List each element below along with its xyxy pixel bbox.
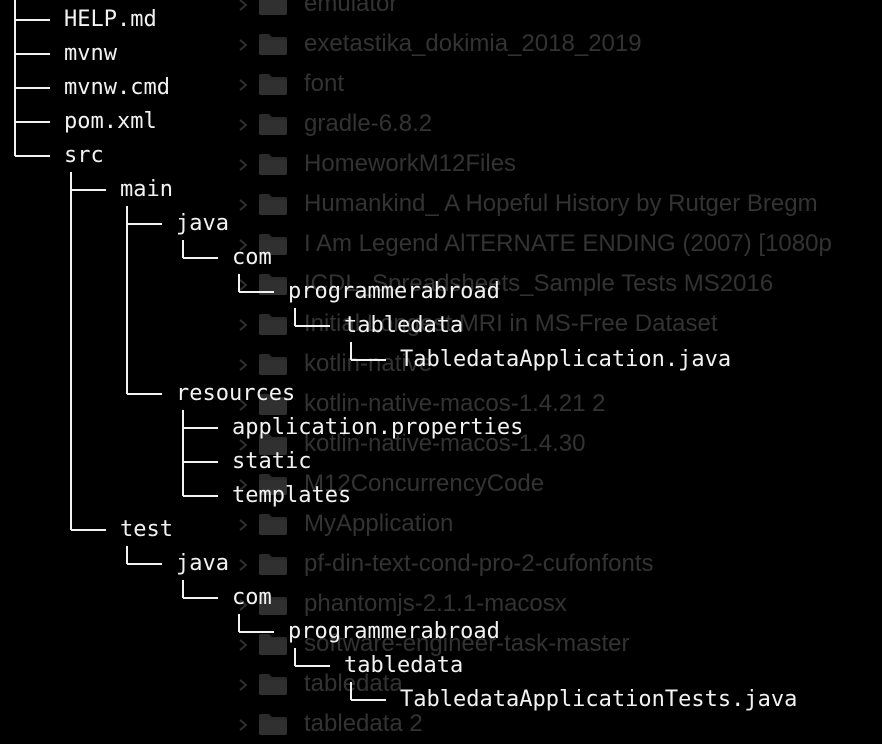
tree-item-label: mvnw.cmd bbox=[64, 75, 170, 100]
tree-item-label: com bbox=[232, 245, 272, 270]
tree-item-label: static bbox=[232, 449, 312, 474]
tree-item-label: com bbox=[232, 585, 272, 610]
directory-tree: HELP.md mvnw mvnw.cmd pom.xml src main java com… bbox=[0, 0, 882, 732]
tree-item-label: mvnw bbox=[64, 41, 117, 66]
tree-item-label: tabledata bbox=[344, 313, 464, 338]
tree-item-label: TabledataApplicationTests.java bbox=[400, 687, 798, 712]
tree-item-label: templates bbox=[232, 483, 352, 508]
tree-item-label: resources bbox=[176, 381, 296, 406]
tree-item-label: src bbox=[64, 143, 104, 168]
tree-item-label: tabledata bbox=[344, 653, 464, 678]
tree-item-label: HELP.md bbox=[64, 7, 157, 32]
tree-item-label: java bbox=[176, 211, 229, 236]
tree-item-label: pom.xml bbox=[64, 109, 157, 134]
tree-item-label: test bbox=[120, 517, 173, 542]
tree-item-label: programmerabroad bbox=[288, 279, 500, 304]
tree-item-label: application.properties bbox=[232, 415, 524, 440]
tree-item-label: java bbox=[176, 551, 229, 576]
tree-item-label: main bbox=[120, 177, 173, 202]
tree-item-label: programmerabroad bbox=[288, 619, 500, 644]
tree-item-label: TabledataApplication.java bbox=[400, 347, 732, 372]
